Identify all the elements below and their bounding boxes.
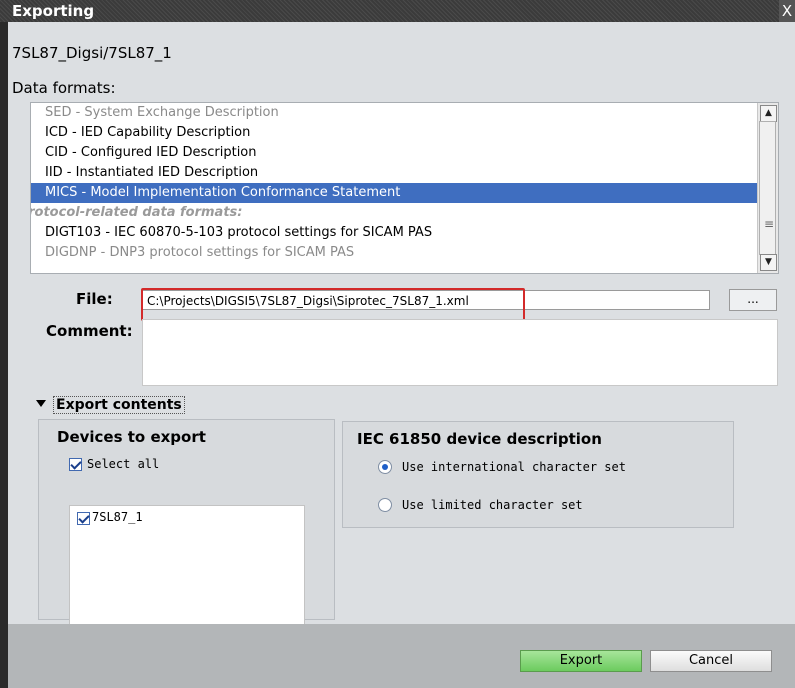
limited-charset-radio[interactable] [378, 498, 392, 512]
device-path: 7SL87_Digsi/7SL87_1 [12, 44, 172, 62]
data-formats-list[interactable]: SED - System Exchange Description ICD - … [30, 102, 779, 274]
iec-group: IEC 61850 device description Use interna… [342, 421, 734, 528]
window-title: Exporting [12, 2, 95, 20]
format-item-cid[interactable]: CID - Configured IED Description [45, 143, 771, 163]
cancel-button[interactable]: Cancel [650, 650, 772, 672]
limited-charset-label[interactable]: Use limited character set [402, 498, 583, 512]
format-item-iid[interactable]: IID - Instantiated IED Description [45, 163, 771, 183]
export-button[interactable]: Export [520, 650, 642, 672]
devices-group: Devices to export Select all 7SL87_1 [38, 419, 335, 646]
format-item-icd[interactable]: ICD - IED Capability Description [45, 123, 771, 143]
title-bar: Exporting X [0, 0, 795, 22]
data-formats-label: Data formats: [12, 79, 116, 97]
export-dialog: 7SL87_Digsi/7SL87_1 Data formats: SED - … [8, 22, 795, 688]
device-checkbox[interactable] [77, 512, 90, 525]
select-all-checkbox[interactable] [69, 458, 82, 471]
format-item-sed[interactable]: SED - System Exchange Description [45, 103, 771, 123]
close-icon[interactable]: X [779, 0, 795, 22]
iec-title: IEC 61850 device description [357, 430, 602, 448]
comment-field[interactable] [142, 319, 778, 386]
scroll-grip-icon: ≡ [764, 217, 775, 231]
scroll-down-icon[interactable]: ▼ [760, 254, 777, 271]
browse-button[interactable]: ... [729, 289, 777, 311]
collapse-triangle-icon[interactable] [36, 400, 46, 407]
scroll-up-icon[interactable]: ▲ [760, 105, 777, 122]
file-label: File: [76, 290, 113, 308]
scroll-thumb[interactable]: ≡ [759, 121, 776, 255]
international-charset-radio[interactable] [378, 460, 392, 474]
list-scrollbar[interactable]: ▲ ≡ ▼ [757, 103, 778, 273]
export-contents-label[interactable]: Export contents [53, 396, 185, 414]
format-item-digt103[interactable]: DIGT103 - IEC 60870-5-103 protocol setti… [45, 223, 771, 243]
format-item-mics[interactable]: MICS - Model Implementation Conformance … [31, 183, 757, 203]
devices-title: Devices to export [57, 428, 206, 446]
protocol-group-header: Protocol-related data formats: [30, 205, 243, 220]
select-all-label[interactable]: Select all [87, 457, 159, 471]
highlight-box [141, 288, 525, 321]
format-item-digdnp[interactable]: DIGDNP - DNP3 protocol settings for SICA… [45, 243, 771, 263]
comment-label: Comment: [46, 322, 133, 340]
international-charset-label[interactable]: Use international character set [402, 460, 626, 474]
device-label[interactable]: 7SL87_1 [92, 510, 143, 524]
